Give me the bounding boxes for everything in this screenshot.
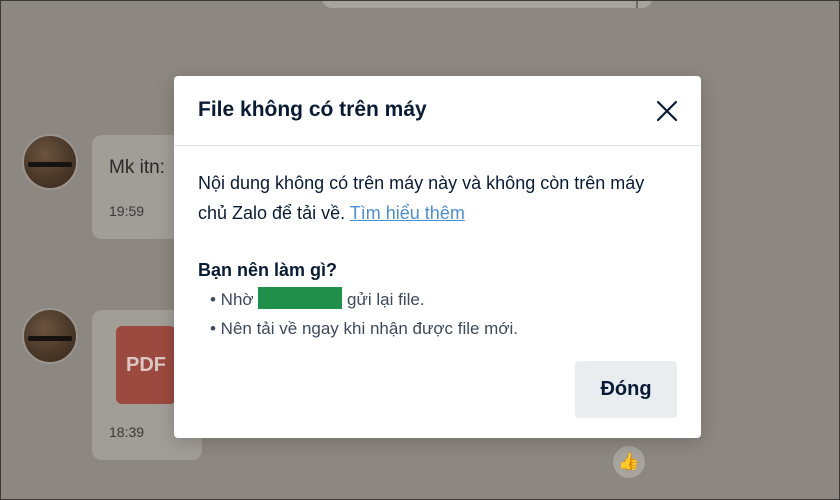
list-item: • Nên tải về ngay khi nhận được file mới…: [210, 319, 518, 338]
avatar[interactable]: [22, 134, 78, 190]
previous-message-bubble: [322, 0, 652, 8]
avatar[interactable]: [22, 308, 78, 364]
message-timestamp: 18:39: [109, 424, 145, 440]
dialog-description: Nội dung không có trên máy này và không …: [198, 168, 678, 228]
thumbs-up-icon: 👍: [618, 452, 640, 471]
message-timestamp: 19:59: [109, 203, 145, 219]
close-icon: [656, 100, 678, 122]
redacted-name: [258, 287, 343, 309]
dialog-title: File không có trên máy: [198, 98, 427, 121]
reaction-button[interactable]: 👍: [612, 445, 646, 479]
dialog-body: Nội dung không có trên máy này và không …: [198, 168, 678, 343]
suggestion-list: • Nhờ gửi lại file. • Nên tải về ngay kh…: [198, 285, 678, 343]
suggestion-suffix: gửi lại file.: [347, 290, 425, 309]
list-item: • Nhờ gửi lại file.: [198, 285, 678, 314]
dialog-header: File không có trên máy: [174, 76, 701, 146]
close-button[interactable]: Đóng: [575, 361, 677, 418]
learn-more-link[interactable]: Tìm hiểu thêm: [350, 203, 465, 223]
file-type-label: PDF: [126, 353, 166, 376]
file-missing-dialog: File không có trên máy Nội dung không có…: [174, 76, 701, 438]
what-to-do-heading: Bạn nên làm gì?: [198, 260, 338, 280]
suggestion-prefix: • Nhờ: [210, 290, 254, 309]
divider: [636, 0, 638, 8]
message-text: Mk itn:: [109, 157, 165, 178]
pdf-file-icon[interactable]: PDF: [116, 326, 176, 404]
close-dialog-button[interactable]: [651, 95, 683, 127]
